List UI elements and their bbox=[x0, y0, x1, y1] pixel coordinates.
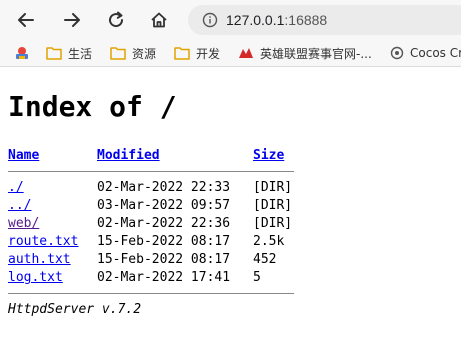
modified-date: 03-Mar-2022 09:57 bbox=[97, 198, 231, 213]
file-size: 5 bbox=[253, 270, 261, 285]
header-divider bbox=[8, 171, 294, 172]
modified-date: 02-Mar-2022 17:41 bbox=[97, 270, 231, 285]
folder-icon bbox=[174, 47, 190, 60]
arrow-left-icon bbox=[18, 13, 34, 27]
page-title: Index of / bbox=[8, 90, 177, 123]
sort-by-name-link[interactable]: Name bbox=[8, 147, 39, 165]
modified-date: 15-Feb-2022 08:17 bbox=[97, 234, 231, 249]
sort-by-modified-link[interactable]: Modified bbox=[97, 147, 160, 165]
server-signature: HttpdServer v.7.2 bbox=[8, 302, 142, 317]
file-size: 2.5k bbox=[253, 234, 285, 249]
refresh-icon bbox=[109, 11, 124, 28]
bookmark-label: 生活 bbox=[68, 46, 93, 61]
reload-button[interactable] bbox=[102, 6, 130, 34]
file-size: 452 bbox=[253, 252, 277, 267]
bookmark-folder-kaifa[interactable]: 开发 bbox=[174, 44, 220, 62]
folder-icon bbox=[46, 47, 62, 60]
url-text: 127.0.0.1:16888 bbox=[226, 12, 327, 28]
apps-icon bbox=[16, 47, 28, 59]
modified-date: 02-Mar-2022 22:33 bbox=[97, 180, 231, 195]
table-row: auth.txt 15-Feb-2022 08:17 452 bbox=[8, 251, 298, 269]
file-link[interactable]: auth.txt bbox=[8, 251, 71, 269]
file-size: [DIR] bbox=[253, 198, 293, 213]
home-icon bbox=[151, 12, 167, 28]
modified-date: 15-Feb-2022 08:17 bbox=[97, 252, 231, 267]
cocos-icon bbox=[390, 46, 404, 60]
file-link[interactable]: web/ bbox=[8, 215, 39, 233]
browser-toolbar: 127.0.0.1:16888 bbox=[0, 0, 461, 40]
bookmark-label: Cocos Cre bbox=[410, 46, 461, 60]
bookmark-label: 资源 bbox=[132, 46, 157, 61]
bookmark-label: 英雄联盟赛事官网-... bbox=[260, 46, 372, 61]
file-link[interactable]: log.txt bbox=[8, 269, 63, 287]
file-size: [DIR] bbox=[253, 216, 293, 231]
bookmark-label: 开发 bbox=[196, 46, 221, 61]
folder-icon bbox=[110, 47, 126, 60]
lol-esports-icon bbox=[239, 48, 253, 58]
back-button[interactable] bbox=[12, 6, 40, 34]
table-row: route.txt 15-Feb-2022 08:17 2.5k bbox=[8, 233, 298, 251]
apps-shortcut[interactable] bbox=[14, 44, 36, 62]
forward-button[interactable] bbox=[58, 6, 86, 34]
bookmark-lol-esports[interactable]: 英雄联盟赛事官网-... bbox=[238, 44, 372, 62]
file-link[interactable]: ./ bbox=[8, 179, 24, 197]
file-size: [DIR] bbox=[253, 180, 293, 195]
bookmark-folder-ziyuan[interactable]: 资源 bbox=[110, 44, 156, 62]
arrow-right-icon bbox=[64, 13, 80, 27]
bookmark-cocos[interactable]: Cocos Cre bbox=[390, 44, 461, 62]
table-row: ../ 03-Mar-2022 09:57 [DIR] bbox=[8, 197, 298, 215]
url-port: :16888 bbox=[284, 12, 328, 28]
file-link[interactable]: route.txt bbox=[8, 233, 78, 251]
url-host: 127.0.0.1 bbox=[226, 12, 285, 28]
info-icon[interactable] bbox=[202, 12, 218, 28]
bookmark-folder-shenghuo[interactable]: 生活 bbox=[46, 44, 92, 62]
home-button[interactable] bbox=[145, 6, 173, 34]
modified-date: 02-Mar-2022 22:36 bbox=[97, 216, 231, 231]
table-row: ./ 02-Mar-2022 22:33 [DIR] bbox=[8, 179, 298, 197]
table-row: log.txt 02-Mar-2022 17:41 5 bbox=[8, 269, 298, 287]
address-bar[interactable]: 127.0.0.1:16888 bbox=[188, 5, 461, 35]
footer-divider bbox=[8, 293, 294, 294]
file-link[interactable]: ../ bbox=[8, 197, 31, 215]
table-row: web/ 02-Mar-2022 22:36 [DIR] bbox=[8, 215, 298, 233]
sort-by-size-link[interactable]: Size bbox=[253, 147, 284, 165]
bookmarks-bar: 生活 资源 开发 英雄联盟赛事官网-... Cocos Cre bbox=[0, 40, 461, 67]
